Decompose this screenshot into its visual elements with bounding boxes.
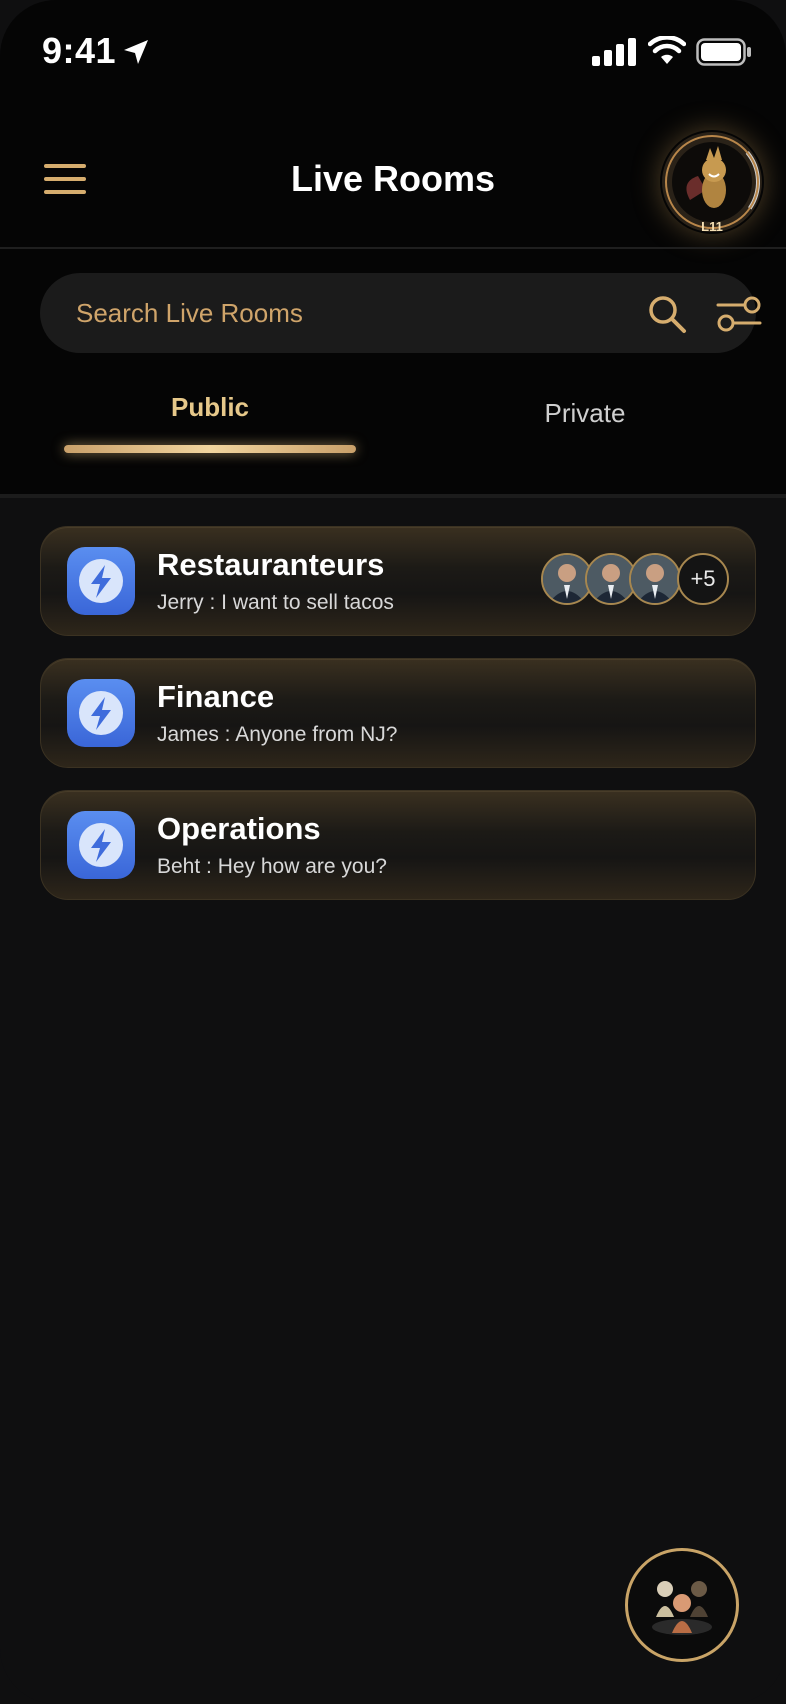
room-icon — [67, 679, 135, 747]
participant-avatar — [629, 553, 681, 605]
group-rooms-fab[interactable] — [625, 1548, 739, 1662]
room-last-message: James : Anyone from NJ? — [157, 723, 398, 746]
room-name: Restauranteurs — [157, 547, 385, 582]
lightning-icon — [79, 823, 123, 867]
location-arrow-icon — [124, 40, 148, 64]
tabs-divider — [0, 494, 786, 498]
wifi-icon — [648, 36, 686, 64]
search-icon[interactable] — [646, 293, 688, 335]
room-name: Operations — [157, 811, 321, 846]
person-photo-icon — [543, 555, 591, 603]
lightning-icon — [79, 691, 123, 735]
search-input[interactable] — [76, 273, 596, 353]
status-time: 9:41 — [42, 30, 117, 71]
room-name: Finance — [157, 679, 275, 714]
extra-participants-count: +5 — [677, 553, 729, 605]
tab-public[interactable]: Public — [64, 392, 356, 423]
participant-avatars[interactable]: +5 — [541, 553, 731, 609]
filter-icon[interactable] — [716, 293, 762, 335]
active-tab-indicator — [64, 445, 356, 453]
person-photo-icon — [587, 555, 635, 603]
room-last-message: Beht : Hey how are you? — [157, 855, 387, 878]
search-bar — [40, 273, 762, 353]
level-badge: L11 — [701, 219, 723, 234]
room-icon — [67, 547, 135, 615]
header-divider — [0, 247, 786, 249]
phone-screen: 9:41 Live Rooms L11 Search Live Rooms Pu… — [0, 0, 786, 1704]
person-photo-icon — [631, 555, 679, 603]
signal-icon — [592, 38, 636, 66]
battery-icon — [696, 38, 751, 66]
lightning-icon — [79, 559, 123, 603]
room-card-restauranteurs[interactable]: Restauranteurs Jerry : I want to sell ta… — [40, 526, 756, 636]
room-card-finance[interactable]: Finance James : Anyone from NJ? — [40, 658, 756, 768]
room-last-message: Jerry : I want to sell tacos — [157, 591, 394, 614]
room-card-operations[interactable]: Operations Beht : Hey how are you? — [40, 790, 756, 900]
room-icon — [67, 811, 135, 879]
tab-private[interactable]: Private — [440, 398, 730, 429]
group-people-icon — [652, 1581, 712, 1635]
